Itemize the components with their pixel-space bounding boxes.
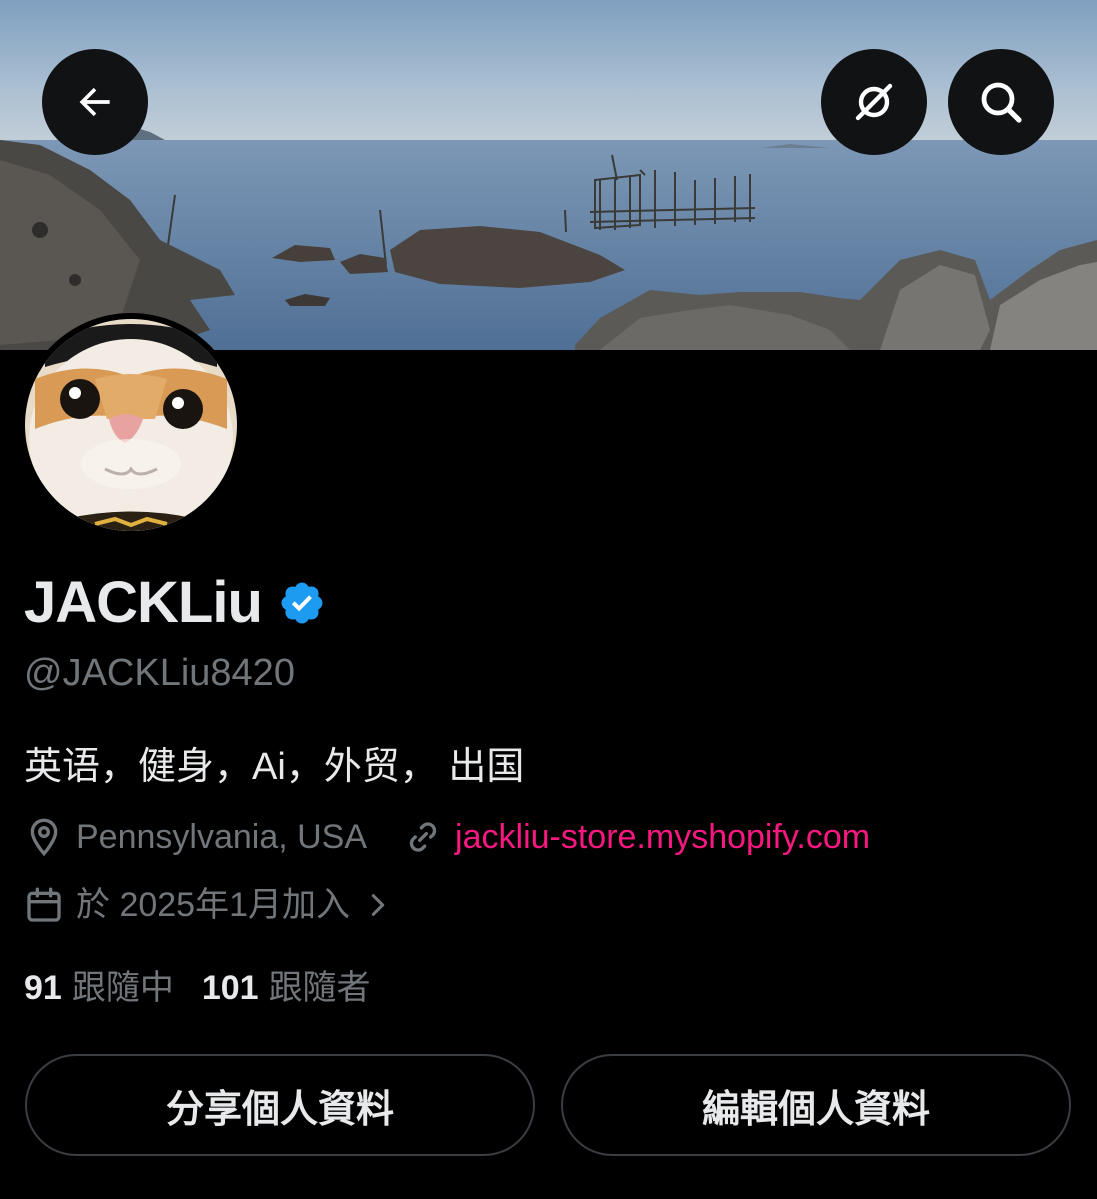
bio: 英语，健身，Ai，外贸， 出国	[24, 746, 525, 788]
website-link[interactable]: jackliu-store.myshopify.com	[455, 812, 870, 862]
following-label[interactable]: 跟隨中	[72, 964, 174, 1012]
name-row: JACKLiu	[24, 568, 326, 638]
profile-page: JACKLiu @JACKLiu8420 英语，健身，Ai，外贸， 出国 Pen…	[0, 0, 1097, 1199]
avatar-image	[25, 319, 237, 531]
location-text: Pennsylvania, USA	[76, 818, 368, 856]
follow-stats: 91 跟隨中 101 跟隨者	[24, 964, 371, 1012]
edit-profile-button[interactable]: 編輯個人資料	[561, 1054, 1071, 1156]
followers-label[interactable]: 跟隨者	[269, 964, 371, 1012]
back-arrow-icon	[79, 87, 110, 117]
profile-meta: Pennsylvania, USA jackliu-store.myshopif…	[24, 812, 870, 862]
verified-badge-icon[interactable]	[278, 579, 326, 627]
profile-banner[interactable]	[0, 0, 1097, 350]
grok-icon	[855, 83, 893, 121]
link-icon	[409, 822, 437, 852]
grok-button[interactable]	[821, 49, 927, 155]
search-icon	[981, 82, 1022, 123]
chevron-right-icon	[371, 894, 385, 916]
share-profile-button[interactable]: 分享個人資料	[25, 1054, 535, 1156]
location-pin-icon	[30, 818, 58, 857]
search-button[interactable]	[948, 49, 1054, 155]
avatar[interactable]	[19, 313, 243, 537]
followers-count[interactable]: 101	[202, 964, 259, 1012]
following-count[interactable]: 91	[24, 964, 62, 1012]
display-name: JACKLiu	[24, 570, 263, 635]
back-button[interactable]	[42, 49, 148, 155]
joined-row[interactable]: 於 2025年1月加入	[24, 880, 392, 930]
joined-text: 於 2025年1月加入	[76, 886, 350, 924]
banner-image	[0, 0, 1097, 350]
calendar-icon	[27, 887, 61, 922]
handle: @JACKLiu8420	[24, 652, 295, 694]
